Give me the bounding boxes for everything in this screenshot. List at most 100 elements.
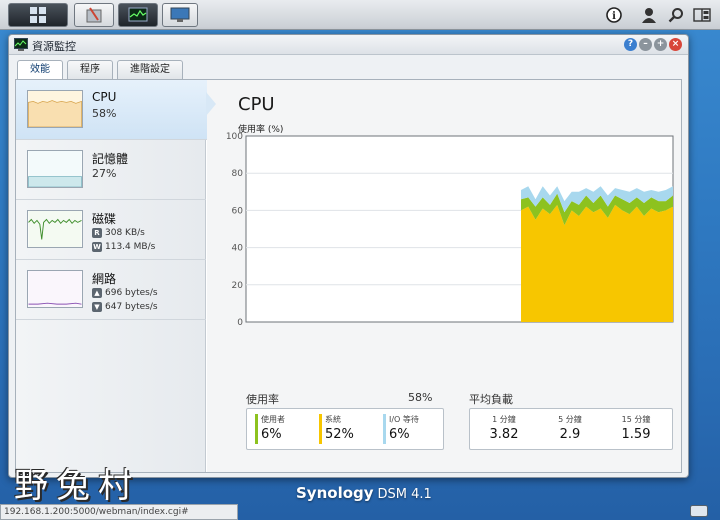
- io-wait-usage-label: I/O 等待: [389, 415, 419, 424]
- usage-total-value: 58%: [408, 391, 433, 404]
- control-panel-button[interactable]: [162, 3, 198, 27]
- tab-advanced-settings[interactable]: 進階設定: [117, 60, 183, 79]
- maximize-button[interactable]: +: [654, 38, 667, 51]
- svg-text:i: i: [612, 11, 616, 22]
- data-series: [521, 186, 673, 322]
- usage-breakdown-box: 使用者 6% 系統 52% I/O 等待 6%: [246, 408, 444, 450]
- sidebar-item-network[interactable]: 網路 ▲ 696 bytes/s ▼ 647 bytes/s: [16, 260, 206, 320]
- resource-monitor-window: 資源監控 ? – + × 效能 程序 進階設定 CPU 58% 記憶體 27% …: [8, 34, 689, 478]
- user-color-bar: [255, 414, 258, 444]
- sidebar-item-label: 磁碟: [92, 212, 117, 226]
- home-icon: [30, 7, 46, 23]
- load-average-box: 1 分鐘 3.82 5 分鐘 2.9 15 分鐘 1.59: [469, 408, 673, 450]
- network-down-value: 647 bytes/s: [105, 302, 158, 312]
- tab-performance[interactable]: 效能: [17, 60, 63, 80]
- sidebar-item-label: CPU: [92, 90, 117, 104]
- cpu-thumbnail-graph: [27, 90, 83, 128]
- performance-panel: CPU 58% 記憶體 27% 磁碟 R 308 KB/s W 113.4 MB…: [15, 79, 682, 473]
- minimize-button[interactable]: –: [639, 38, 652, 51]
- disk-write-value: 113.4 MB/s: [105, 242, 156, 252]
- selection-pointer: [206, 92, 216, 116]
- load-average-label: 平均負載: [469, 393, 513, 406]
- watermark-text: 野兔村: [14, 466, 140, 506]
- close-icon: ×: [671, 39, 680, 49]
- io-wait-usage-stat: I/O 等待 6%: [383, 414, 441, 446]
- tab-processes[interactable]: 程序: [67, 60, 113, 79]
- y-tick-label: 100: [226, 132, 243, 142]
- load-1min-value: 3.82: [489, 427, 519, 442]
- home-button[interactable]: [8, 3, 68, 27]
- system-usage-label: 系統: [325, 415, 341, 424]
- memory-thumbnail-graph: [27, 150, 83, 188]
- synology-brand: Synology DSM 4.1: [296, 484, 432, 502]
- load-1min-label: 1 分鐘: [492, 415, 516, 424]
- help-button[interactable]: ?: [624, 38, 637, 51]
- io-wait-usage-value: 6%: [389, 427, 410, 442]
- minimize-icon: –: [643, 39, 648, 49]
- user-icon: [642, 8, 656, 23]
- load-15min-value: 1.59: [621, 427, 651, 442]
- system-color-bar: [319, 414, 322, 444]
- taskbar: i: [0, 0, 720, 30]
- search-button[interactable]: [666, 5, 686, 25]
- resource-monitor-app-icon: [14, 38, 28, 51]
- sidebar-item-cpu[interactable]: CPU 58%: [16, 80, 215, 140]
- disk-thumbnail-graph: [27, 210, 83, 248]
- y-tick-label: 40: [232, 244, 244, 254]
- system-usage-stat: 系統 52%: [319, 414, 377, 446]
- network-up-value: 696 bytes/s: [105, 288, 158, 298]
- sidebar-item-disk[interactable]: 磁碟 R 308 KB/s W 113.4 MB/s: [16, 200, 206, 260]
- network-download-rate: ▼ 647 bytes/s: [92, 302, 158, 312]
- cpu-usage-value: 58%: [92, 107, 117, 120]
- info-button[interactable]: i: [604, 5, 624, 25]
- load-5min-stat: 5 分鐘 2.9: [540, 414, 600, 442]
- sidebar-item-memory[interactable]: 記憶體 27%: [16, 140, 206, 200]
- load-15min-label: 15 分鐘: [621, 415, 651, 424]
- download-arrow-icon: ▼: [92, 302, 102, 312]
- help-icon: ?: [627, 39, 634, 49]
- usage-section-label: 使用率: [246, 393, 279, 406]
- network-thumbnail-graph: [27, 270, 83, 308]
- sidebar-item-label: 記憶體: [92, 152, 129, 166]
- resource-monitor-taskbar-button[interactable]: [118, 3, 158, 27]
- upload-arrow-icon: ▲: [92, 288, 102, 298]
- y-tick-label: 20: [232, 281, 244, 291]
- load-1min-stat: 1 分鐘 3.82: [474, 414, 534, 442]
- write-badge-icon: W: [92, 242, 102, 252]
- brand-version: DSM 4.1: [377, 487, 432, 502]
- search-icon: [668, 8, 683, 23]
- cpu-detail-panel: CPU 使用率 (%) 0 20 40 60 80 100 使用率 58% 平均負載 使用…: [206, 80, 681, 472]
- package-center-button[interactable]: [74, 3, 114, 27]
- disk-read-rate: R 308 KB/s: [92, 228, 145, 238]
- sidebar-item-label: 網路: [92, 272, 117, 286]
- info-icon: i: [606, 7, 622, 23]
- y-tick-label: 80: [232, 169, 244, 179]
- network-upload-rate: ▲ 696 bytes/s: [92, 288, 158, 298]
- control-panel-icon: [170, 7, 190, 22]
- load-5min-label: 5 分鐘: [558, 415, 582, 424]
- cpu-usage-chart: 0 20 40 60 80 100: [226, 132, 674, 328]
- load-15min-stat: 15 分鐘 1.59: [606, 414, 666, 442]
- browser-status-bar: 192.168.1.200:5000/webman/index.cgi#: [0, 504, 238, 520]
- brand-name: Synology: [296, 484, 374, 502]
- widgets-button[interactable]: [692, 5, 712, 25]
- window-titlebar[interactable]: 資源監控 ? – + ×: [9, 35, 688, 55]
- resource-monitor-icon: [128, 7, 148, 22]
- user-usage-value: 6%: [261, 427, 282, 442]
- series-area-系統: [521, 204, 673, 322]
- user-usage-label: 使用者: [261, 415, 285, 424]
- window-title: 資源監控: [32, 40, 76, 53]
- desktop-corner-icon[interactable]: [690, 505, 708, 517]
- page-title: CPU: [238, 94, 275, 115]
- disk-write-rate: W 113.4 MB/s: [92, 242, 155, 252]
- system-usage-value: 52%: [325, 427, 354, 442]
- y-axis-ticks: 0 20 40 60 80 100: [226, 132, 243, 328]
- y-tick-label: 0: [237, 318, 243, 328]
- close-button[interactable]: ×: [669, 38, 682, 51]
- y-tick-label: 60: [232, 206, 244, 216]
- maximize-icon: +: [656, 39, 665, 49]
- disk-read-value: 308 KB/s: [105, 228, 145, 238]
- user-button[interactable]: [639, 5, 659, 25]
- read-badge-icon: R: [92, 228, 102, 238]
- resource-sidebar: CPU 58% 記憶體 27% 磁碟 R 308 KB/s W 113.4 MB…: [16, 80, 215, 472]
